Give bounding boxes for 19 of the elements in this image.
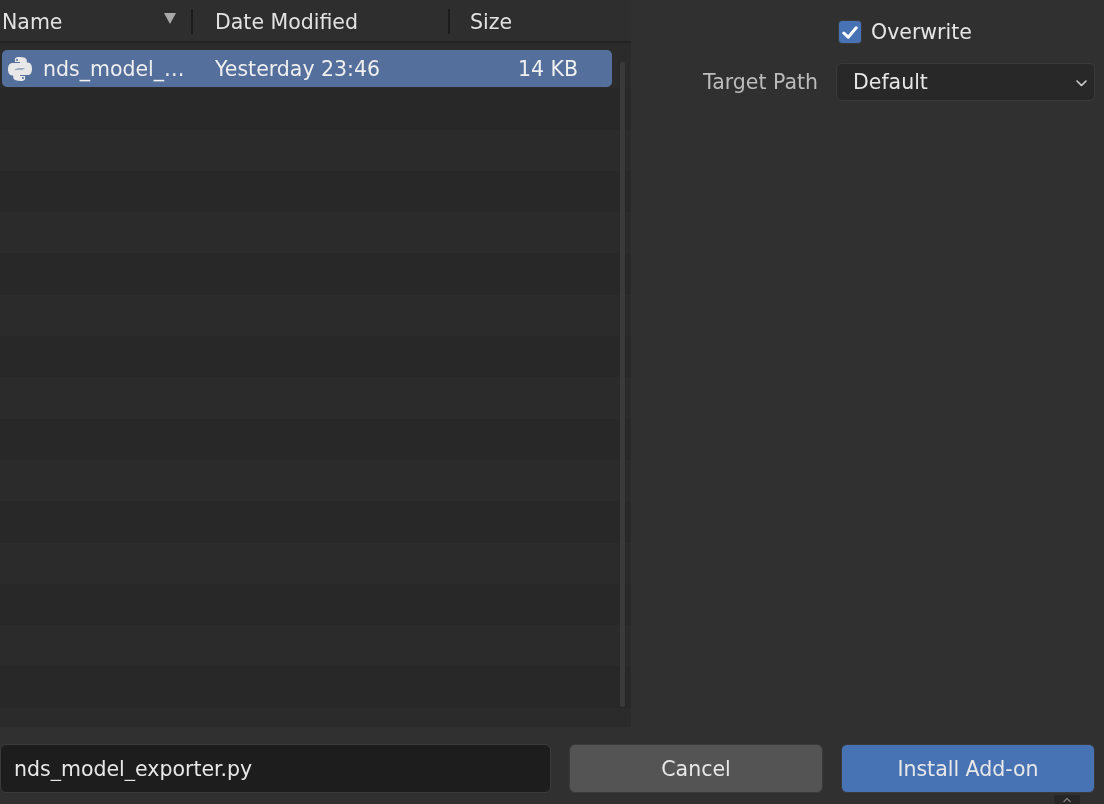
field-label: Target Path — [703, 70, 818, 94]
column-header[interactable]: Name — [0, 9, 193, 34]
checkbox-label: Overwrite — [871, 20, 972, 44]
cancel-button[interactable]: Cancel — [569, 744, 823, 793]
checkmark-icon — [842, 25, 858, 39]
filename-field[interactable]: nds_model_exporter.py — [0, 744, 551, 793]
target-path-dropdown[interactable]: Default — [836, 63, 1095, 101]
column-header[interactable]: Size — [450, 9, 631, 34]
file-size: 14 KB — [517, 56, 578, 81]
python-file-icon — [7, 55, 33, 82]
install-button[interactable]: Install Add-on — [841, 744, 1095, 793]
file-row[interactable]: nds_model_… Yesterday 23:46 14 KB — [2, 50, 612, 87]
checkbox[interactable] — [838, 20, 862, 44]
resize-handle-icon[interactable] — [1054, 795, 1080, 804]
column-header[interactable]: Date Modified — [193, 9, 450, 34]
chevron-down-icon — [1076, 80, 1087, 87]
file-name: nds_model_… — [43, 56, 185, 81]
sort-descending-icon — [164, 13, 176, 24]
file-date: Yesterday 23:46 — [215, 56, 382, 81]
